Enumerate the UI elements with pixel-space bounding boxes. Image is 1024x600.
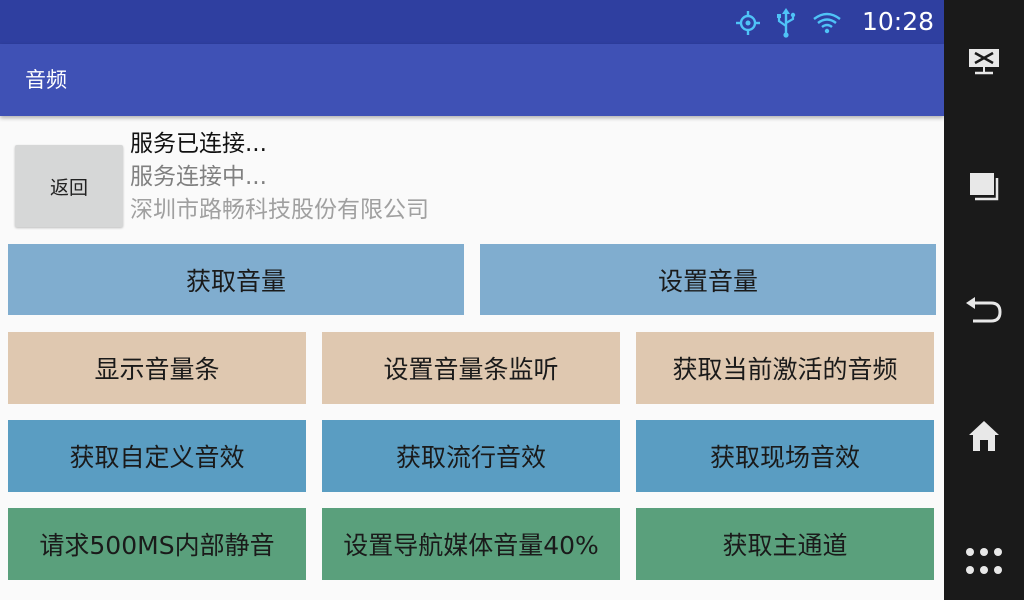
wifi-icon [812, 12, 842, 38]
get-active-audio-button[interactable]: 获取当前激活的音频 [636, 332, 934, 404]
back-button[interactable]: 返回 [15, 145, 123, 227]
app-drawer-icon [964, 546, 1004, 580]
screenshot-icon [967, 45, 1001, 79]
service-connected-text: 服务已连接... [130, 131, 267, 157]
set-volume-button[interactable]: 设置音量 [480, 244, 936, 315]
screenshot-button[interactable] [944, 32, 1024, 92]
status-bar: 10:28 [0, 0, 944, 44]
set-volume-bar-listener-button[interactable]: 设置音量条监听 [322, 332, 620, 404]
usb-icon [775, 8, 797, 42]
request-mute-button[interactable]: 请求500MS内部静音 [8, 508, 306, 580]
show-volume-bar-button[interactable]: 显示音量条 [8, 332, 306, 404]
get-custom-effect-button[interactable]: 获取自定义音效 [8, 420, 306, 492]
system-nav-bar [944, 0, 1024, 600]
get-live-effect-button[interactable]: 获取现场音效 [636, 420, 934, 492]
recent-apps-icon [968, 171, 1000, 205]
app-drawer-button[interactable] [944, 533, 1024, 593]
nav-back-button[interactable] [944, 282, 1024, 342]
home-icon [967, 419, 1001, 457]
clock: 10:28 [861, 7, 934, 36]
service-connecting-text: 服务连接中... [130, 164, 267, 190]
gps-icon [735, 10, 761, 40]
recent-apps-button[interactable] [944, 158, 1024, 218]
home-button[interactable] [944, 408, 1024, 468]
app-title: 音频 [25, 68, 67, 92]
set-nav-media-volume-button[interactable]: 设置导航媒体音量40% [322, 508, 620, 580]
app-bar: 音频 [0, 44, 944, 116]
get-pop-effect-button[interactable]: 获取流行音效 [322, 420, 620, 492]
get-volume-button[interactable]: 获取音量 [8, 244, 464, 315]
get-main-channel-button[interactable]: 获取主通道 [636, 508, 934, 580]
company-name-text: 深圳市路畅科技股份有限公司 [130, 197, 429, 223]
back-icon [965, 295, 1003, 329]
